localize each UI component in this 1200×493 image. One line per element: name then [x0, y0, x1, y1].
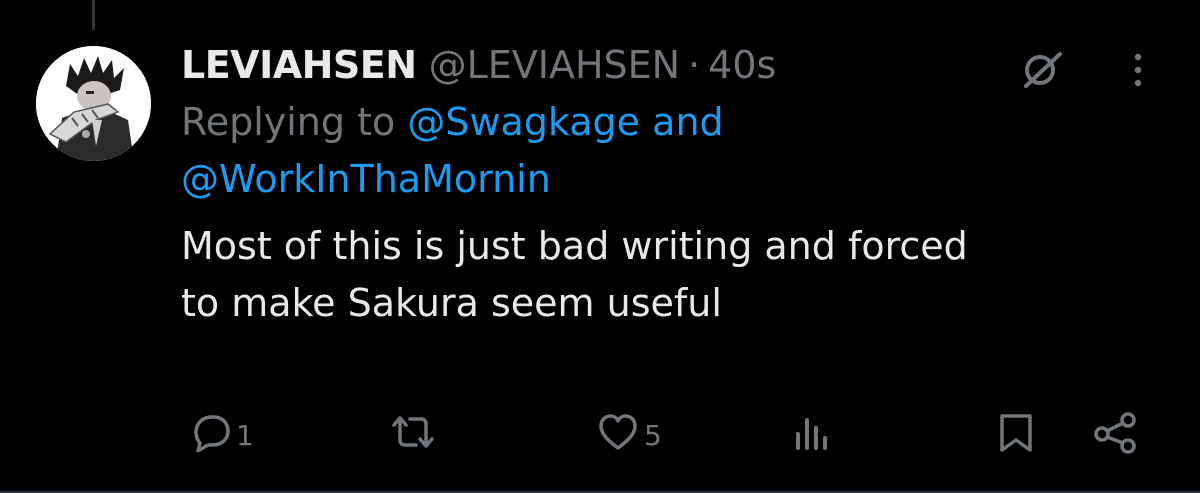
mention-swagkage[interactable]: @Swagkage [407, 100, 640, 144]
avatar-image [36, 46, 151, 161]
share-button[interactable] [1090, 412, 1140, 461]
user-handle[interactable]: @LEVIAHSEN [429, 40, 681, 90]
thread-connector-line [92, 0, 95, 30]
tweet-header: LEVIAHSEN @LEVIAHSEN · 40s [181, 40, 1111, 90]
replying-to: Replying to @Swagkage and @WorkInThaMorn… [181, 94, 1111, 208]
display-name[interactable]: LEVIAHSEN [181, 40, 417, 90]
like-button[interactable]: 5 [596, 412, 662, 459]
tweet-content: LEVIAHSEN @LEVIAHSEN · 40s Replying to @… [181, 40, 1111, 332]
grok-icon[interactable] [1018, 48, 1068, 96]
replying-prefix: Replying to [181, 100, 396, 144]
views-icon [790, 412, 834, 459]
share-icon [1090, 412, 1140, 461]
retweet-icon [388, 412, 438, 459]
reply-icon [188, 412, 232, 459]
mention-and[interactable]: and [652, 100, 724, 144]
mention-workinthamornin[interactable]: @WorkInThaMornin [181, 157, 551, 201]
avatar[interactable] [36, 46, 151, 161]
tweet-text-line-2: to make Sakura seem useful [181, 281, 722, 325]
timestamp[interactable]: 40s [708, 40, 776, 90]
like-icon [596, 412, 640, 459]
bookmark-button[interactable] [996, 412, 1036, 461]
more-icon[interactable] [1128, 52, 1148, 96]
reply-button[interactable]: 1 [188, 412, 254, 459]
like-count: 5 [644, 418, 662, 452]
tweet-text: Most of this is just bad writing and for… [181, 218, 1141, 332]
views-button[interactable] [790, 412, 834, 459]
separator-dot: · [688, 43, 701, 87]
retweet-button[interactable] [388, 412, 438, 459]
bookmark-icon [996, 412, 1036, 461]
reply-count: 1 [236, 418, 254, 452]
tweet-text-line-1: Most of this is just bad writing and for… [181, 224, 968, 268]
